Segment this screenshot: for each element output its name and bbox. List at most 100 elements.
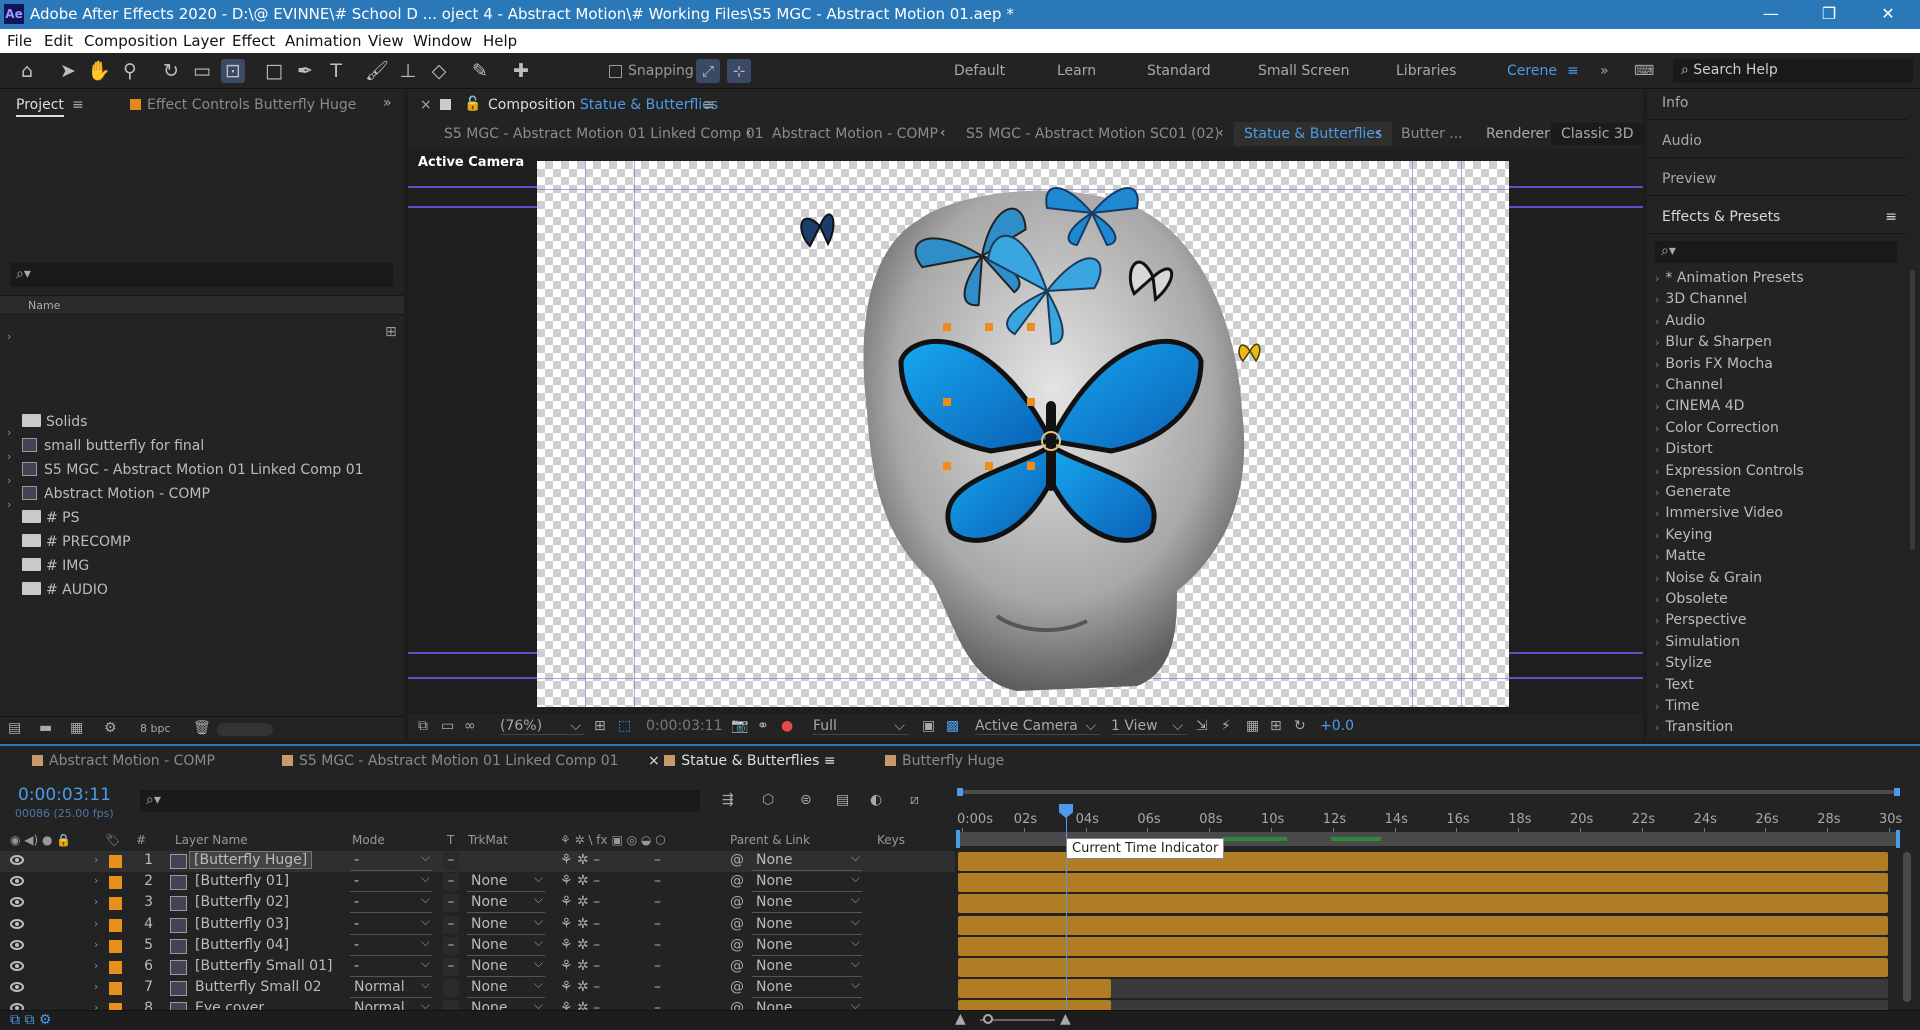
parent-dropdown[interactable]: None [752,850,862,871]
expand-chevron-icon[interactable]: › [1655,272,1659,285]
expand-chevron-icon[interactable]: › [7,450,11,463]
parent-dropdown[interactable]: None [752,935,862,956]
label-color-swatch[interactable] [109,918,122,932]
layer-toggle-icon[interactable]: – [654,873,661,889]
layer-duration-bar[interactable] [958,958,1888,977]
more-workspaces-icon[interactable]: » [1600,63,1609,79]
bpc-label[interactable]: 8 bpc [140,722,171,735]
expand-chevron-icon[interactable]: › [1655,486,1659,499]
layer-row[interactable]: ›4[Butterfly 03]-–None⚘ ✲ ––@None [0,914,955,936]
expand-chevron-icon[interactable]: › [7,474,11,487]
expand-chevron-icon[interactable]: › [1655,529,1659,542]
visibility-eye-icon[interactable] [10,876,24,887]
interpret-footage-icon[interactable]: ▤ [8,720,21,736]
toggle-switches-icon[interactable]: ⧉ ⧉ ⚙ [10,1012,51,1028]
preserve-transparency-toggle[interactable]: – [443,915,459,934]
layer-duration-bar[interactable] [958,936,1888,956]
expand-chevron-icon[interactable]: › [94,853,98,866]
expand-chevron-icon[interactable]: › [94,938,98,951]
frame-blending-icon[interactable]: ▤ [836,792,849,808]
layer-search-input[interactable]: ⌕▾ [140,790,700,812]
expand-chevron-icon[interactable]: › [7,330,11,343]
effects-category[interactable]: › Color Correction [1655,420,1779,436]
layer-name[interactable]: [Butterfly 02] [195,894,289,910]
effects-category[interactable]: › Text [1655,677,1694,693]
menu-edit[interactable]: Edit [44,32,73,50]
project-item[interactable]: # AUDIO [22,582,108,598]
breadcrumb-item[interactable]: S5 MGC - Abstract Motion 01 Linked Comp … [444,126,764,142]
track-matte-dropdown[interactable]: None [467,956,545,977]
label-color-swatch[interactable] [109,855,122,868]
track-matte-dropdown[interactable]: None [467,892,545,914]
effects-category[interactable]: › 3D Channel [1655,291,1747,307]
search-help-field[interactable]: ⌕ Search Help [1673,59,1913,83]
parent-dropdown[interactable]: None [752,871,862,893]
project-item[interactable]: # IMG [22,558,89,574]
zoom-dropdown[interactable]: (76%) ⌵ [500,718,585,735]
show-snapshot-icon[interactable]: ⚭ [757,718,769,734]
parent-dropdown[interactable]: None [752,977,862,999]
pen-tool-icon[interactable]: ✒ [293,59,317,83]
zoom-slider[interactable] [980,1014,1055,1024]
menu-composition[interactable]: Composition [84,32,178,50]
breadcrumb-current[interactable]: Statue & Butterflies [1234,122,1393,146]
eraser-tool-icon[interactable]: ◇ [427,59,451,83]
project-item[interactable]: S5 MGC - Abstract Motion 01 Linked Comp … [22,462,364,478]
layer-switches-icon[interactable]: ⚘ ✲ – [560,916,600,932]
track-matte-dropdown[interactable]: None [467,914,545,935]
preserve-transparency-toggle[interactable]: – [443,852,459,870]
layer-switches-icon[interactable]: ⚘ ✲ – [560,894,600,910]
camera-dropdown[interactable]: Active Camera ⌵ [975,718,1100,735]
preserve-transparency-toggle[interactable]: – [443,873,459,892]
comp-canvas[interactable] [537,161,1509,707]
pick-whip-icon[interactable]: @ [730,894,744,910]
layer-name[interactable]: [Butterfly 01] [195,873,289,889]
layer-name[interactable]: [Butterfly 03] [195,916,289,932]
effects-category[interactable]: › Obsolete [1655,591,1728,607]
expand-chevron-icon[interactable]: › [7,498,11,511]
tab-timeline-linked-comp[interactable]: S5 MGC - Abstract Motion 01 Linked Comp … [282,753,619,769]
fast-previews-icon[interactable]: ⚡ [1221,718,1231,734]
expand-chevron-icon[interactable]: › [1655,679,1659,692]
track-matte-dropdown[interactable]: None [467,977,545,999]
blend-mode-dropdown[interactable]: - [350,871,432,893]
expand-chevron-icon[interactable]: › [1655,422,1659,435]
effects-category[interactable]: › * Animation Presets [1655,270,1804,286]
pick-whip-icon[interactable]: @ [730,958,744,974]
comp-panel-menu-icon[interactable]: ≡ [703,97,715,113]
expand-chevron-icon[interactable]: › [1655,315,1659,328]
current-time[interactable]: 0:00:03:11 [646,718,723,734]
column-mode[interactable]: Mode [352,833,385,847]
effects-category[interactable]: › Distort [1655,441,1713,457]
effects-category[interactable]: › Keying [1655,527,1712,543]
layer-switches-icon[interactable]: ⚘ ✲ – [560,979,600,995]
tab-project[interactable]: Project [16,97,64,117]
minimize-button[interactable]: — [1751,2,1791,26]
delete-icon[interactable]: 🗑 [193,720,211,736]
tab-effect-controls[interactable]: Effect Controls Butterfly Huge [130,97,356,113]
column-parent-link[interactable]: Parent & Link [730,833,810,847]
tab-preview[interactable]: Preview [1647,165,1907,196]
work-area-bar[interactable] [957,788,1900,796]
expand-chevron-icon[interactable]: › [94,959,98,972]
graph-editor-icon[interactable]: ⧄ [910,792,919,808]
effects-category[interactable]: › Blur & Sharpen [1655,334,1772,350]
snap-edges-icon[interactable]: ⤢ [696,59,720,83]
effects-category[interactable]: › Perspective [1655,612,1747,628]
column-trkmat[interactable]: TrkMat [468,833,508,847]
vr-icon[interactable]: ∞ [464,718,476,734]
effects-category[interactable]: › Audio [1655,313,1705,329]
visibility-eye-icon[interactable] [10,897,24,908]
expand-chevron-icon[interactable]: › [1655,465,1659,478]
tab-effects-presets[interactable]: Effects & Presets ≡ [1647,203,1907,234]
snap-features-icon[interactable]: ⊹ [727,59,751,83]
roto-brush-tool-icon[interactable]: ✎ [468,59,492,83]
zoom-slider-handle[interactable] [983,1014,993,1024]
project-item[interactable]: Abstract Motion - COMP [22,486,210,502]
effects-category[interactable]: › Boris FX Mocha [1655,356,1773,372]
flowchart-icon[interactable]: ⊞ [385,324,397,340]
more-tabs-icon[interactable]: » [383,95,392,111]
exposure-value[interactable]: +0.0 [1320,718,1354,734]
tab-info[interactable]: Info [1647,89,1907,120]
effects-menu-icon[interactable]: ≡ [1885,209,1897,225]
